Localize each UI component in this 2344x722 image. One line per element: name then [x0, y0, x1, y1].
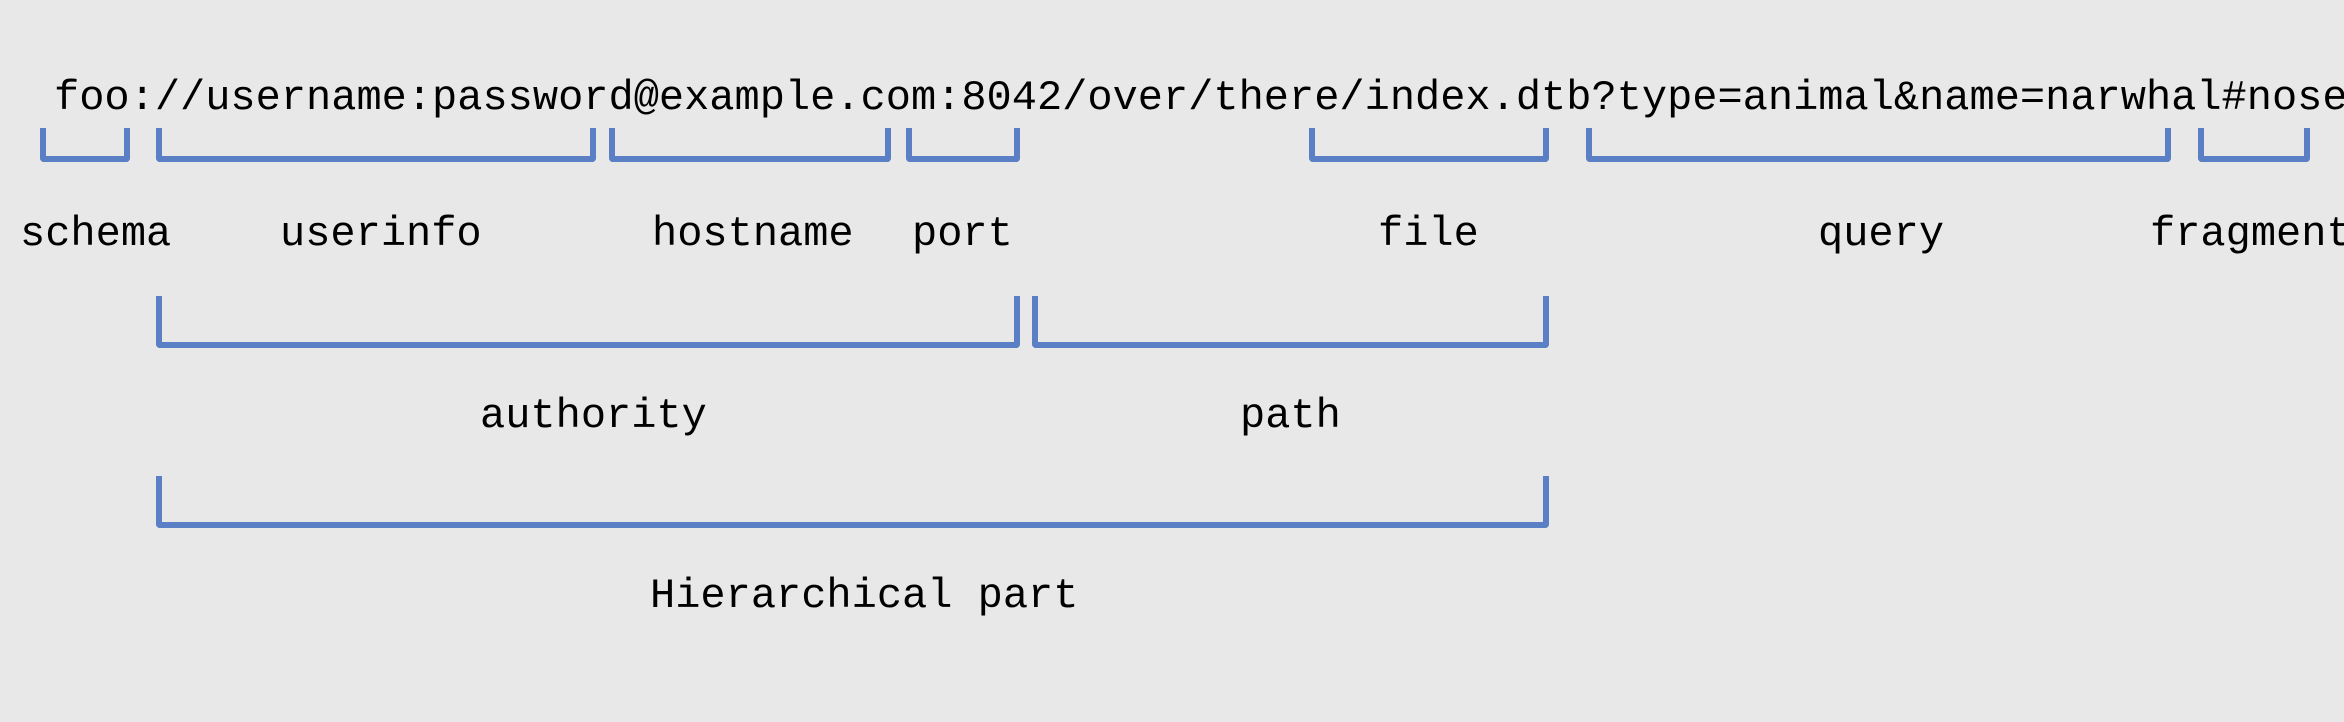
- label-userinfo: userinfo: [280, 210, 482, 258]
- bracket-schema: [40, 128, 130, 162]
- label-schema: schema: [20, 210, 171, 258]
- bracket-hostname: [609, 128, 891, 162]
- bracket-hierarchical: [156, 476, 1549, 528]
- label-path: path: [1240, 392, 1341, 440]
- label-hostname: hostname: [652, 210, 854, 258]
- uri-diagram: foo://username:password@example.com:8042…: [0, 0, 2344, 722]
- bracket-port: [906, 128, 1020, 162]
- label-hierarchical: Hierarchical part: [650, 572, 1078, 620]
- label-query: query: [1818, 210, 1944, 258]
- bracket-authority: [156, 296, 1020, 348]
- bracket-fragment: [2198, 128, 2310, 162]
- bracket-userinfo: [156, 128, 596, 162]
- label-authority: authority: [480, 392, 707, 440]
- uri-string: foo://username:password@example.com:8042…: [0, 74, 2344, 122]
- bracket-path: [1032, 296, 1549, 348]
- bracket-file: [1309, 128, 1549, 162]
- label-file: file: [1378, 210, 1479, 258]
- label-port: port: [912, 210, 1013, 258]
- label-fragment: fragment: [2150, 210, 2344, 258]
- bracket-query: [1586, 128, 2171, 162]
